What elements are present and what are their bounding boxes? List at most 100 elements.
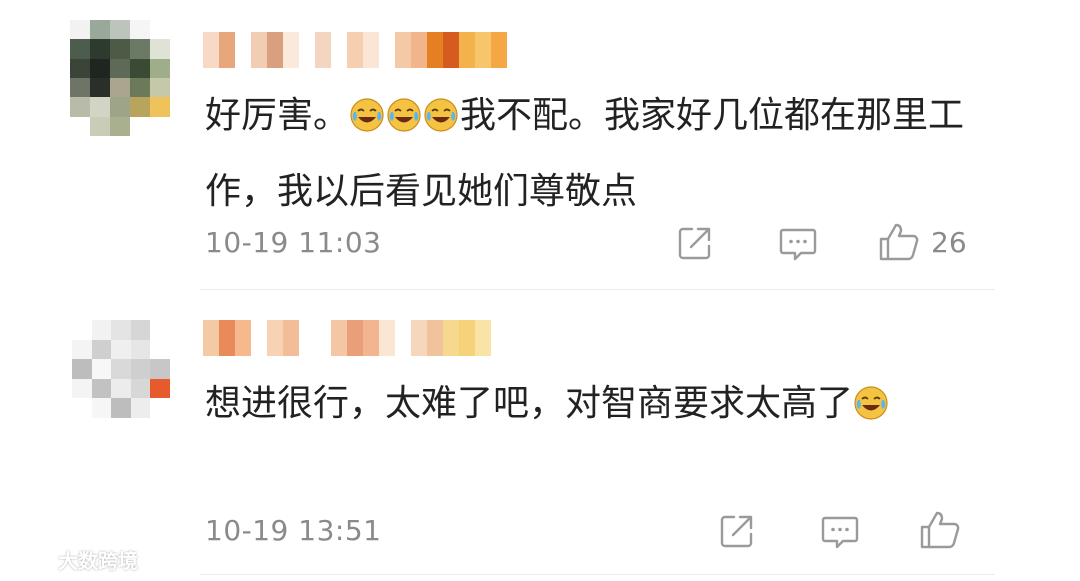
comment-text-part: 好厉害。 bbox=[205, 95, 350, 136]
avatar-pixel bbox=[70, 97, 90, 117]
avatar-pixel bbox=[72, 398, 92, 418]
avatar-pixel bbox=[150, 97, 170, 117]
username-pixel bbox=[475, 320, 491, 356]
username-pixel bbox=[283, 32, 299, 68]
avatar-pixel bbox=[130, 58, 150, 78]
avatar-pixel bbox=[70, 39, 90, 59]
watermark: 大数跨境 bbox=[6, 544, 138, 574]
avatar-pixel bbox=[150, 116, 170, 136]
comment-text: 想进很行，太难了吧，对智商要求太高了 bbox=[205, 366, 985, 442]
weibo-logo-icon bbox=[7, 548, 51, 573]
username-pixel bbox=[219, 32, 235, 68]
username-pixel bbox=[299, 320, 315, 356]
thumbs-up-icon bbox=[920, 511, 960, 549]
username-pixel bbox=[395, 32, 411, 68]
username-pixel bbox=[443, 320, 459, 356]
avatar-pixel bbox=[130, 398, 151, 418]
avatar-pixel bbox=[150, 20, 170, 40]
share-button[interactable] bbox=[718, 512, 756, 550]
username-pixel bbox=[475, 32, 491, 68]
avatar-pixel bbox=[111, 320, 131, 340]
avatar-pixel bbox=[70, 116, 90, 136]
laughing-crying-emoji-icon bbox=[350, 98, 384, 132]
username-pixel bbox=[251, 32, 267, 68]
username-pixel bbox=[427, 32, 443, 68]
username-pixel bbox=[459, 32, 475, 68]
timestamp: 10-19 11:03 bbox=[205, 226, 382, 259]
username-pixel bbox=[411, 32, 427, 68]
like-button[interactable] bbox=[918, 508, 972, 552]
avatar-pixel bbox=[150, 58, 170, 78]
avatar-pixel bbox=[110, 58, 130, 78]
username-pixel bbox=[267, 320, 283, 356]
username-pixel bbox=[363, 32, 379, 68]
reply-button[interactable] bbox=[820, 512, 860, 552]
avatar[interactable] bbox=[70, 20, 170, 136]
avatar-pixel bbox=[72, 359, 92, 379]
comment-icon bbox=[779, 228, 817, 261]
username-pixel bbox=[347, 320, 363, 356]
avatar-pixel bbox=[130, 20, 150, 40]
username-pixel bbox=[427, 320, 443, 356]
avatar-pixel bbox=[91, 398, 112, 418]
username-blurred[interactable] bbox=[203, 320, 491, 356]
comment-item: 好厉害。 我不配。我家好几位都在那里工作，我以后看见她们尊敬点 10-19 11:… bbox=[0, 0, 1080, 290]
avatar-pixel bbox=[110, 20, 130, 40]
avatar-pixel bbox=[90, 39, 110, 59]
username-pixel bbox=[443, 32, 459, 68]
avatar-pixel bbox=[130, 78, 150, 98]
username-pixel bbox=[363, 320, 379, 356]
username-pixel bbox=[315, 320, 331, 356]
avatar-pixel bbox=[111, 378, 131, 399]
avatar-pixel bbox=[91, 359, 112, 379]
share-button[interactable] bbox=[676, 224, 714, 262]
avatar[interactable] bbox=[72, 320, 170, 418]
avatar-pixel bbox=[111, 339, 131, 360]
username-pixel bbox=[235, 32, 251, 68]
username-pixel bbox=[491, 32, 507, 68]
comment-item: 想进很行，太难了吧，对智商要求太高了 10-19 13:51 bbox=[0, 290, 1080, 581]
avatar-pixel bbox=[72, 320, 92, 340]
username-pixel bbox=[411, 320, 427, 356]
username-pixel bbox=[315, 32, 331, 68]
avatar-pixel bbox=[70, 78, 90, 98]
avatar-pixel bbox=[110, 97, 130, 117]
username-pixel bbox=[395, 320, 411, 356]
laughing-crying-emoji-icon bbox=[854, 386, 888, 420]
username-pixel bbox=[219, 320, 235, 356]
avatar-pixel bbox=[130, 359, 151, 379]
reply-button[interactable] bbox=[778, 224, 818, 264]
avatar-pixel bbox=[130, 116, 150, 136]
avatar-pixel bbox=[90, 78, 110, 98]
avatar-pixel bbox=[72, 378, 92, 399]
avatar-pixel bbox=[110, 78, 130, 98]
avatar-pixel bbox=[90, 116, 110, 136]
avatar-pixel bbox=[110, 116, 130, 136]
avatar-pixel bbox=[150, 378, 170, 399]
username-pixel bbox=[203, 320, 219, 356]
username-blurred[interactable] bbox=[203, 32, 507, 68]
avatar-pixel bbox=[111, 398, 131, 418]
comment-icon bbox=[821, 516, 859, 549]
username-pixel bbox=[379, 320, 395, 356]
thumbs-up-icon bbox=[879, 223, 919, 261]
username-pixel bbox=[459, 320, 475, 356]
share-icon bbox=[678, 227, 711, 260]
avatar-pixel bbox=[130, 378, 151, 399]
laughing-crying-emoji-icon bbox=[424, 98, 458, 132]
avatar-pixel bbox=[91, 378, 112, 399]
username-pixel bbox=[251, 320, 267, 356]
username-pixel bbox=[331, 32, 347, 68]
laughing-crying-emoji-icon bbox=[387, 98, 421, 132]
like-button[interactable]: 26 bbox=[877, 220, 967, 264]
username-pixel bbox=[331, 320, 347, 356]
username-pixel bbox=[299, 32, 315, 68]
comment-text: 好厉害。 我不配。我家好几位都在那里工作，我以后看见她们尊敬点 bbox=[205, 78, 985, 230]
avatar-pixel bbox=[110, 39, 130, 59]
avatar-pixel bbox=[91, 339, 112, 360]
avatar-pixel bbox=[111, 359, 131, 379]
avatar-pixel bbox=[150, 359, 170, 379]
watermark-text: 大数跨境 bbox=[58, 548, 138, 573]
avatar-pixel bbox=[130, 39, 150, 59]
avatar-pixel bbox=[150, 39, 170, 59]
